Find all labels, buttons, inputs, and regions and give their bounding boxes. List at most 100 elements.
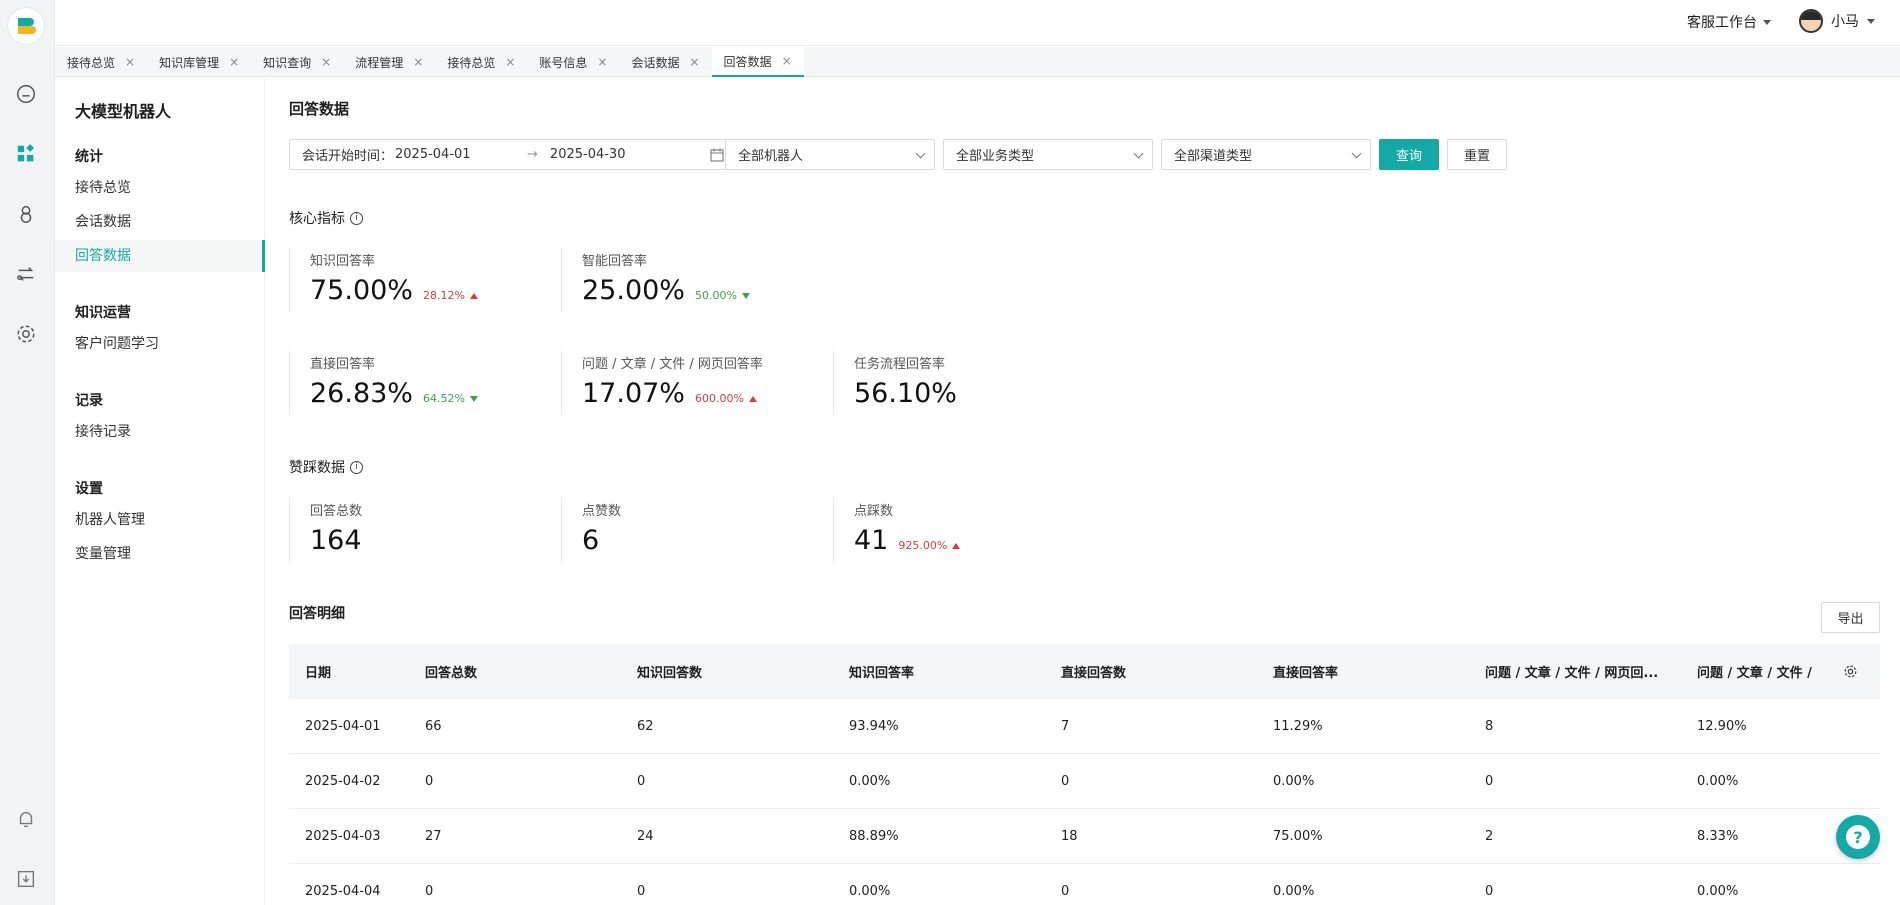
metric-change: 925.00% — [898, 539, 961, 552]
workspace-label: 客服工作台 — [1687, 15, 1757, 31]
sidebar-item-session-data[interactable]: 会话数据 — [55, 206, 265, 238]
tab-7-active[interactable]: 回答数据 × — [711, 47, 804, 77]
avatar — [1799, 9, 1823, 33]
close-icon[interactable]: × — [689, 55, 699, 69]
tab-label: 知识查询 — [263, 55, 312, 70]
sidebar-item-question-learning[interactable]: 客户问题学习 — [55, 328, 265, 360]
table-row: 2025-04-02 0 0 0.00% 0 0.00% 0 0.00% — [289, 754, 1880, 809]
tab-0[interactable]: 接待总览 × — [55, 47, 147, 77]
knowledge-icon[interactable] — [14, 202, 38, 226]
close-icon[interactable]: × — [413, 55, 423, 69]
chevron-down-icon — [1763, 19, 1771, 25]
export-button[interactable]: 导出 — [1821, 602, 1880, 633]
tab-3[interactable]: 流程管理 × — [343, 47, 435, 77]
download-icon[interactable] — [14, 867, 38, 891]
table-cell: 2 — [1485, 828, 1494, 844]
tab-5[interactable]: 账号信息 × — [527, 47, 619, 77]
biz-type-select[interactable]: 全部业务类型 — [943, 139, 1153, 170]
chevron-down-icon — [915, 148, 926, 159]
tab-label: 接待总览 — [447, 55, 496, 70]
gear-icon — [1844, 665, 1857, 678]
sidebar-group-records: 记录 — [75, 393, 103, 409]
table-cell: 2025-04-02 — [305, 773, 381, 789]
date-range-picker[interactable]: 会话开始时间： 2025-04-01 → 2025-04-30 — [289, 139, 737, 170]
column-settings[interactable] — [1821, 664, 1880, 679]
table-cell: 93.94% — [849, 718, 899, 734]
close-icon[interactable]: × — [782, 54, 792, 68]
table-cell: 18 — [1061, 828, 1078, 844]
metric-dislike-count: 点踩数 41 925.00% — [833, 498, 1105, 562]
sidebar-title: 大模型机器人 — [75, 102, 172, 121]
info-icon[interactable]: i — [350, 460, 363, 474]
metric-knowledge-rate: 知识回答率 75.00% 28.12% — [289, 248, 561, 312]
table-cell: 0 — [1061, 883, 1070, 899]
bell-icon[interactable] — [14, 807, 38, 831]
close-icon[interactable]: × — [505, 55, 515, 69]
top-bar: 客服工作台 小马 — [55, 0, 1900, 46]
sidebar-item-answer-data[interactable]: 回答数据 — [55, 240, 265, 272]
arrow-up-icon — [748, 395, 757, 402]
core-metrics-label: 核心指标 — [289, 211, 345, 227]
table-cell: 0.00% — [1697, 883, 1739, 899]
chevron-down-icon — [1867, 18, 1875, 24]
date-range-label: 会话开始时间： — [302, 149, 394, 164]
close-icon[interactable]: × — [125, 55, 135, 69]
robot-dashboard-icon[interactable] — [14, 142, 38, 166]
metric-label: 点赞数 — [582, 504, 622, 519]
tab-2[interactable]: 知识查询 × — [251, 47, 343, 77]
arrow-down-icon — [469, 395, 478, 402]
close-icon[interactable]: × — [229, 55, 239, 69]
metric-smart-rate: 智能回答率 25.00% 50.00% — [561, 248, 833, 312]
table-cell: 24 — [637, 828, 654, 844]
reset-button[interactable]: 重置 — [1447, 139, 1507, 170]
date-start[interactable]: 2025-04-01 — [395, 147, 515, 162]
sidebar-item-reception-records[interactable]: 接待记录 — [55, 416, 265, 448]
sidebar-item-robot-management[interactable]: 机器人管理 — [55, 504, 265, 536]
channel-select[interactable]: 全部渠道类型 — [1161, 139, 1371, 170]
workspace-switcher[interactable]: 客服工作台 — [1687, 12, 1771, 32]
flow-icon[interactable] — [14, 262, 38, 286]
home-icon[interactable] — [14, 82, 38, 106]
metric-value: 75.00% — [310, 275, 413, 306]
table-cell: 0.00% — [1273, 773, 1315, 789]
app-logo[interactable] — [8, 8, 44, 44]
close-icon[interactable]: × — [597, 55, 607, 69]
query-button[interactable]: 查询 — [1379, 139, 1439, 170]
table-cell: 12.90% — [1697, 718, 1747, 734]
table-cell: 2025-04-04 — [305, 883, 381, 899]
table-cell: 0.00% — [849, 883, 891, 899]
biz-type-select-value: 全部业务类型 — [956, 149, 1035, 164]
robot-select[interactable]: 全部机器人 — [725, 139, 935, 170]
tab-label: 接待总览 — [67, 55, 116, 70]
change-value: 925.00% — [898, 539, 948, 552]
channel-select-value: 全部渠道类型 — [1174, 149, 1253, 164]
sidebar-item-variable-management[interactable]: 变量管理 — [55, 538, 265, 570]
vote-metrics-title: 赞踩数据 i — [289, 457, 363, 477]
gear-icon[interactable] — [14, 322, 38, 346]
main-content: 回答数据 会话开始时间： 2025-04-01 → 2025-04-30 全部机… — [266, 78, 1900, 905]
table-cell: 2025-04-03 — [305, 828, 381, 844]
arrow-down-icon — [741, 292, 750, 299]
date-end[interactable]: 2025-04-30 — [550, 147, 670, 162]
calendar-icon — [710, 148, 724, 162]
metric-value: 6 — [582, 525, 600, 556]
table-row: 2025-04-03 27 24 88.89% 18 75.00% 2 8.33… — [289, 809, 1880, 864]
help-button[interactable]: ? — [1836, 815, 1880, 859]
tab-1[interactable]: 知识库管理 × — [147, 47, 251, 77]
table-cell: 88.89% — [849, 828, 899, 844]
table-cell: 0 — [637, 773, 646, 789]
close-icon[interactable]: × — [321, 55, 331, 69]
sidebar-item-overview[interactable]: 接待总览 — [55, 172, 265, 204]
tab-6[interactable]: 会话数据 × — [619, 47, 711, 77]
metric-label: 知识回答率 — [310, 254, 376, 269]
tab-4[interactable]: 接待总览 × — [435, 47, 527, 77]
metric-label: 智能回答率 — [582, 254, 648, 269]
metric-value: 164 — [310, 525, 362, 556]
sub-sidebar: 大模型机器人 统计 接待总览 会话数据 回答数据 知识运营 客户问题学习 记录 … — [55, 78, 265, 905]
user-menu[interactable]: 小马 — [1799, 9, 1875, 33]
table-cell: 0 — [1061, 773, 1070, 789]
icon-rail — [0, 0, 55, 905]
metric-label: 直接回答率 — [310, 357, 376, 372]
info-icon[interactable]: i — [350, 211, 363, 225]
table-header: 日期 回答总数 知识回答数 知识回答率 直接回答数 直接回答率 问题 / 文章 … — [289, 644, 1880, 699]
